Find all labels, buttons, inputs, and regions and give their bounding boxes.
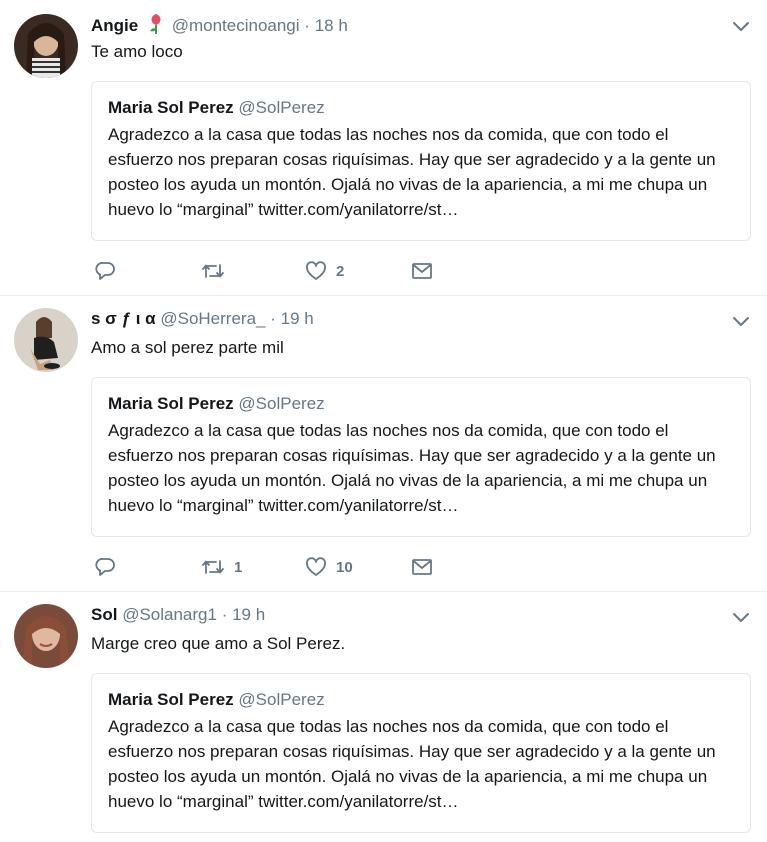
timestamp[interactable]: 19 h bbox=[281, 309, 314, 328]
chevron-down-icon[interactable] bbox=[731, 16, 751, 36]
tweet-actions: 2 bbox=[91, 258, 491, 284]
retweet-button[interactable]: 1 bbox=[201, 554, 242, 580]
like-button[interactable]: 2 bbox=[305, 258, 344, 284]
quoted-tweet[interactable]: Maria Sol Perez @SolPerez Agradezco a la… bbox=[91, 377, 751, 537]
user-name[interactable]: Angie bbox=[91, 16, 138, 35]
quoted-tweet-header: Maria Sol Perez @SolPerez bbox=[108, 393, 734, 415]
chevron-down-icon[interactable] bbox=[731, 607, 751, 627]
reply-icon bbox=[95, 556, 117, 578]
like-button[interactable]: 10 bbox=[305, 554, 353, 580]
quoted-user-name: Maria Sol Perez bbox=[108, 394, 234, 413]
direct-message-button[interactable] bbox=[411, 554, 433, 580]
tweet[interactable]: ѕ σ ƒ ι α @SoHerrera_ · 19 h Amo a sol p… bbox=[0, 296, 767, 592]
separator-dot: · bbox=[270, 309, 276, 328]
envelope-icon bbox=[411, 556, 433, 578]
quoted-tweet-text: Agradezco a la casa que todas las noches… bbox=[108, 421, 716, 515]
timestamp[interactable]: 19 h bbox=[232, 605, 265, 624]
user-handle[interactable]: @montecinoangi bbox=[172, 16, 300, 35]
separator-dot: · bbox=[304, 16, 310, 35]
avatar[interactable] bbox=[14, 14, 78, 78]
tweet-text: Marge creo que amo a Sol Perez. bbox=[91, 634, 346, 653]
quoted-user-handle: @SolPerez bbox=[238, 394, 325, 413]
tweet-header: ѕ σ ƒ ι α @SoHerrera_ · 19 h bbox=[91, 308, 314, 330]
avatar[interactable] bbox=[14, 604, 78, 668]
heart-icon bbox=[305, 260, 327, 282]
quoted-tweet[interactable]: Maria Sol Perez @SolPerez Agradezco a la… bbox=[91, 81, 751, 241]
tweet-actions: 1 10 bbox=[91, 554, 491, 580]
retweet-count: 1 bbox=[234, 558, 243, 576]
chevron-down-icon[interactable] bbox=[731, 311, 751, 331]
like-count: 10 bbox=[336, 558, 353, 576]
timestamp[interactable]: 18 h bbox=[315, 16, 348, 35]
quoted-tweet-text: Agradezco a la casa que todas las noches… bbox=[108, 125, 716, 219]
user-handle[interactable]: @Solanarg1 bbox=[122, 605, 217, 624]
envelope-icon bbox=[411, 260, 433, 282]
quoted-user-name: Maria Sol Perez bbox=[108, 98, 234, 117]
like-count: 2 bbox=[336, 262, 345, 280]
quoted-user-handle: @SolPerez bbox=[238, 690, 325, 709]
quoted-user-name: Maria Sol Perez bbox=[108, 690, 234, 709]
rose-emoji-icon bbox=[149, 14, 163, 40]
reply-icon bbox=[95, 260, 117, 282]
quoted-user-handle: @SolPerez bbox=[238, 98, 325, 117]
tweet[interactable]: Sol @Solanarg1 · 19 h Marge creo que amo… bbox=[0, 592, 767, 842]
tweet-text: Amo a sol perez parte mil bbox=[91, 338, 284, 357]
tweet[interactable]: Angie @montecinoangi · 18 h Te amo loco bbox=[0, 0, 767, 296]
retweet-icon bbox=[201, 556, 225, 578]
timeline: Angie @montecinoangi · 18 h Te amo loco bbox=[0, 0, 767, 842]
quoted-tweet[interactable]: Maria Sol Perez @SolPerez Agradezco a la… bbox=[91, 673, 751, 833]
user-name[interactable]: ѕ σ ƒ ι α bbox=[91, 309, 156, 328]
avatar[interactable] bbox=[14, 308, 78, 372]
quoted-tweet-text: Agradezco a la casa que todas las noches… bbox=[108, 717, 716, 811]
reply-button[interactable] bbox=[95, 258, 117, 284]
tweet-text: Te amo loco bbox=[91, 42, 183, 61]
tweet-header: Angie @montecinoangi · 18 h bbox=[91, 14, 348, 40]
retweet-button[interactable] bbox=[201, 258, 234, 284]
separator-dot: · bbox=[221, 605, 228, 624]
quoted-tweet-header: Maria Sol Perez @SolPerez bbox=[108, 97, 734, 119]
retweet-icon bbox=[201, 260, 225, 282]
direct-message-button[interactable] bbox=[411, 258, 433, 284]
heart-icon bbox=[305, 556, 327, 578]
user-handle[interactable]: @SoHerrera_ bbox=[160, 309, 265, 328]
tweet-header: Sol @Solanarg1 · 19 h bbox=[91, 604, 265, 626]
quoted-tweet-header: Maria Sol Perez @SolPerez bbox=[108, 689, 734, 711]
reply-button[interactable] bbox=[95, 554, 117, 580]
user-name[interactable]: Sol bbox=[91, 605, 117, 624]
